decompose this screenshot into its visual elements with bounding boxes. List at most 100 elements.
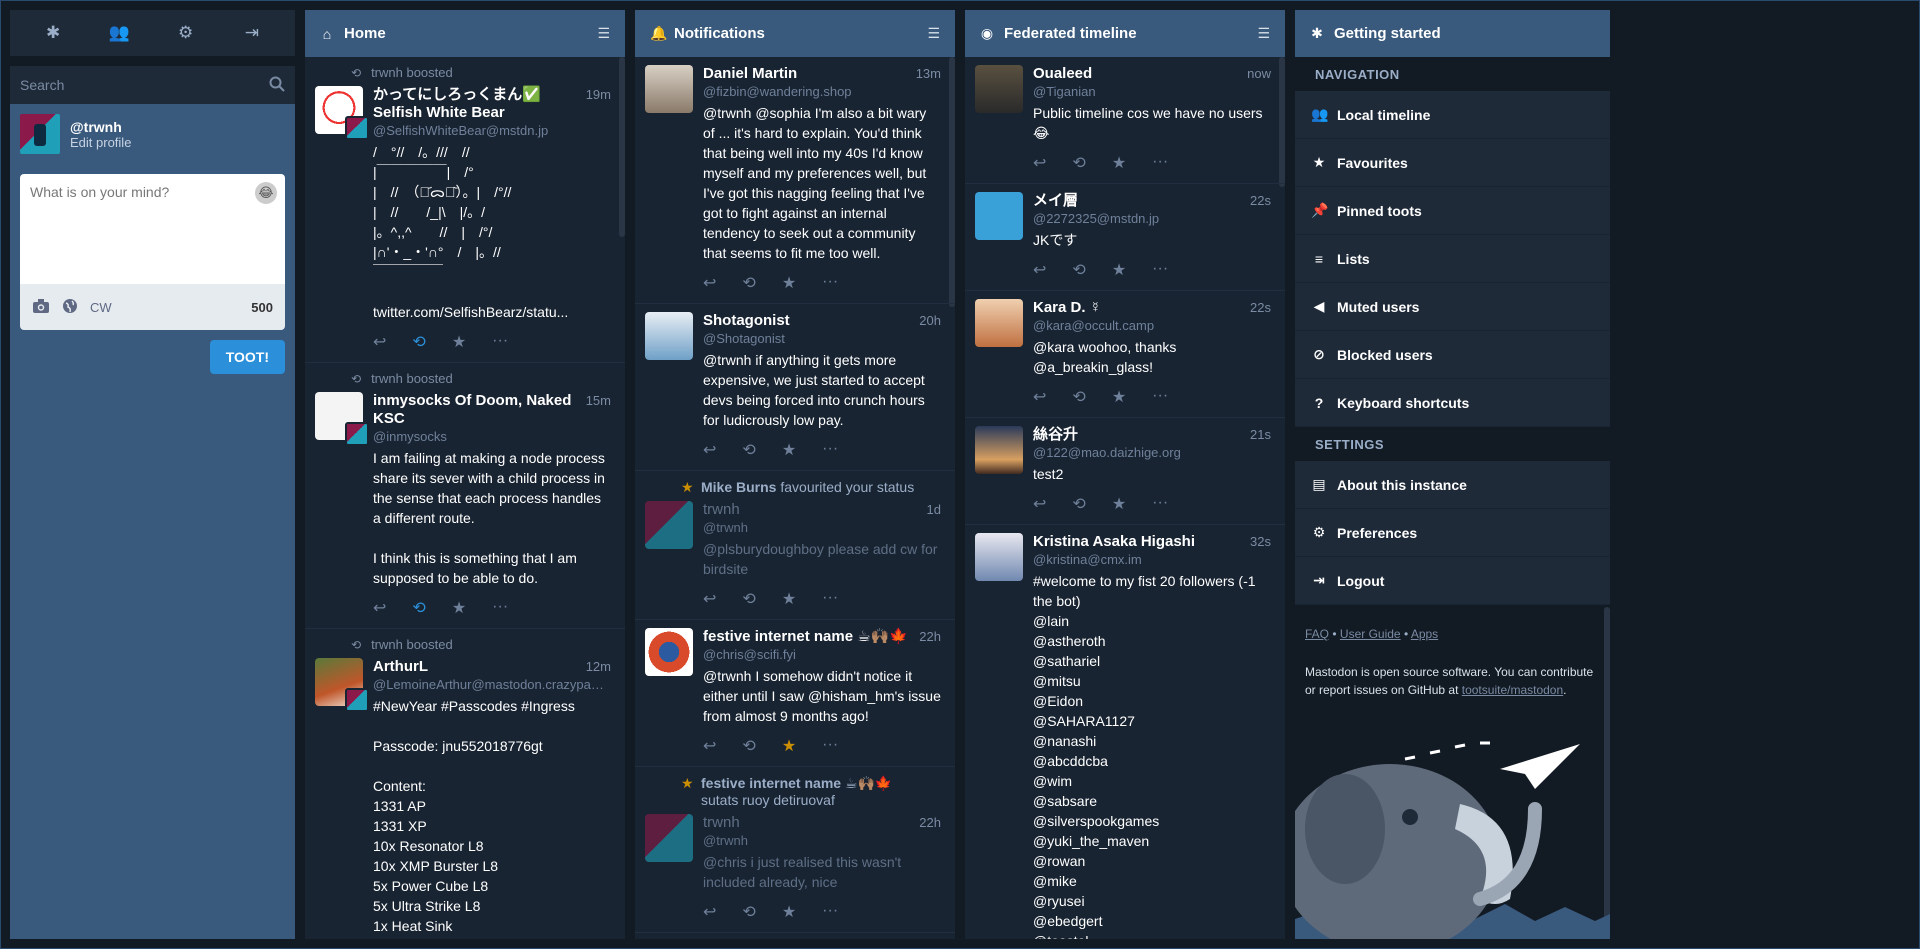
status[interactable]: ⟲ trwnh boosted ArthurL 12m @LemoineArthur… bbox=[305, 629, 625, 939]
apps-link[interactable]: Apps bbox=[1411, 627, 1438, 641]
favourited-by[interactable]: Mike Burns bbox=[701, 479, 776, 495]
boost-icon[interactable]: ⟲ bbox=[1072, 260, 1085, 280]
avatar[interactable] bbox=[645, 312, 693, 360]
avatar[interactable] bbox=[315, 392, 369, 446]
timestamp[interactable]: 21s bbox=[1250, 427, 1271, 442]
status[interactable]: Kara D. ☿ 22s @kara@occult.camp @kara woo… bbox=[965, 291, 1285, 418]
nav-keyboard-shortcuts[interactable]: ? Keyboard shortcuts bbox=[1295, 379, 1610, 427]
reply-icon[interactable]: ↩ bbox=[1033, 260, 1046, 280]
display-name[interactable]: festive internet name ☕🙌🏽🍁 bbox=[703, 628, 908, 646]
reply-icon[interactable]: ↩ bbox=[373, 598, 386, 618]
account-name[interactable]: @kristina@cmx.im bbox=[1033, 551, 1271, 569]
nav-blocked-users[interactable]: ⊘ Blocked users bbox=[1295, 331, 1610, 379]
timestamp[interactable]: 22h bbox=[919, 815, 941, 830]
compose-textarea[interactable] bbox=[30, 184, 275, 274]
notification-item[interactable]: festive internet name ☕🙌🏽🍁 22h @chris@sci… bbox=[635, 620, 955, 767]
account-name[interactable]: @LemoineArthur@mastodon.crazypanda.fr bbox=[373, 676, 611, 694]
more-icon[interactable]: ··· bbox=[822, 589, 838, 609]
display-name[interactable]: Daniel Martin bbox=[703, 65, 797, 83]
boost-icon[interactable]: ⟲ bbox=[742, 902, 755, 922]
boost-icon[interactable]: ⟲ bbox=[412, 332, 425, 352]
reply-icon[interactable]: ↩ bbox=[703, 589, 716, 609]
column-settings-icon[interactable]: ☰ bbox=[927, 25, 940, 42]
status[interactable]: ⟲ trwnh boosted inmysocks Of Doom, Naked … bbox=[305, 363, 625, 629]
more-icon[interactable]: ··· bbox=[822, 440, 838, 460]
more-icon[interactable]: ··· bbox=[1152, 387, 1168, 407]
more-icon[interactable]: ··· bbox=[1152, 494, 1168, 514]
display-name[interactable]: trwnh bbox=[703, 501, 740, 519]
asterisk-icon[interactable]: ✱ bbox=[38, 18, 68, 48]
timestamp[interactable]: 15m bbox=[586, 393, 611, 408]
display-name[interactable]: Kara D. ☿ bbox=[1033, 299, 1101, 317]
federated-header[interactable]: ◉ Federated timeline ☰ bbox=[965, 10, 1285, 57]
display-name[interactable]: Kristina Asaka Higashi bbox=[1033, 533, 1195, 551]
boost-icon[interactable]: ⟲ bbox=[412, 598, 425, 618]
status[interactable]: Oualeed now @Tiganian Public timeline cos… bbox=[965, 57, 1285, 184]
more-icon[interactable]: ··· bbox=[492, 332, 508, 352]
account-name[interactable]: @2272325@mstdn.jp bbox=[1033, 210, 1271, 228]
timestamp[interactable]: 32s bbox=[1250, 534, 1271, 549]
timestamp[interactable]: 22h bbox=[919, 629, 941, 644]
notification-item[interactable]: Shotagonist 20h @Shotagonist @trwnh if an… bbox=[635, 304, 955, 471]
account-name[interactable]: @kara@occult.camp bbox=[1033, 317, 1271, 335]
status[interactable]: ⟲ trwnh boosted かってにしろっくまん✅ Selfish White… bbox=[305, 57, 625, 363]
nav-about-instance[interactable]: ▤ About this instance bbox=[1295, 461, 1610, 509]
avatar[interactable] bbox=[645, 501, 693, 549]
users-icon[interactable]: 👥 bbox=[104, 18, 134, 48]
avatar[interactable] bbox=[315, 86, 369, 140]
star-icon[interactable]: ★ bbox=[1112, 153, 1126, 173]
reply-icon[interactable]: ↩ bbox=[703, 902, 716, 922]
emoji-picker-icon[interactable]: 😂 bbox=[255, 182, 277, 204]
user-guide-link[interactable]: User Guide bbox=[1340, 627, 1401, 641]
star-icon[interactable]: ★ bbox=[452, 332, 466, 352]
timestamp[interactable]: 1d bbox=[927, 502, 941, 517]
account-name[interactable]: @122@mao.daizhige.org bbox=[1033, 444, 1271, 462]
notification-item[interactable]: ★ festive internet name ☕🙌🏽🍁 sutats ruoy d… bbox=[635, 767, 955, 933]
timestamp[interactable]: 22s bbox=[1250, 300, 1271, 315]
reply-icon[interactable]: ↩ bbox=[1033, 494, 1046, 514]
avatar[interactable] bbox=[645, 65, 693, 113]
more-icon[interactable]: ··· bbox=[822, 736, 838, 756]
avatar[interactable] bbox=[315, 658, 369, 712]
status[interactable]: 絲谷升 21s @122@mao.daizhige.org test2 ↩ ⟲ ★… bbox=[965, 418, 1285, 525]
reply-icon[interactable]: ↩ bbox=[373, 332, 386, 352]
camera-icon[interactable] bbox=[32, 298, 50, 317]
star-icon[interactable]: ★ bbox=[782, 736, 796, 756]
timestamp[interactable]: 22s bbox=[1250, 193, 1271, 208]
account-name[interactable]: @SelfishWhiteBear@mstdn.jp bbox=[373, 122, 611, 140]
avatar[interactable] bbox=[975, 65, 1023, 113]
account-name[interactable]: @Shotagonist bbox=[703, 330, 941, 348]
nav-local-timeline[interactable]: 👥 Local timeline bbox=[1295, 91, 1610, 139]
boost-icon[interactable]: ⟲ bbox=[742, 273, 755, 293]
reply-icon[interactable]: ↩ bbox=[703, 736, 716, 756]
nav-pinned-toots[interactable]: 📌 Pinned toots bbox=[1295, 187, 1610, 235]
notifications-header[interactable]: 🔔 Notifications ☰ bbox=[635, 10, 955, 57]
account-name[interactable]: @chris@scifi.fyi bbox=[703, 646, 941, 664]
star-icon[interactable]: ★ bbox=[1112, 494, 1126, 514]
more-icon[interactable]: ··· bbox=[1152, 153, 1168, 173]
display-name[interactable]: Oualeed bbox=[1033, 65, 1092, 83]
avatar[interactable] bbox=[645, 814, 693, 862]
account-name[interactable]: @inmysocks bbox=[373, 428, 611, 446]
star-icon[interactable]: ★ bbox=[782, 273, 796, 293]
star-icon[interactable]: ★ bbox=[782, 902, 796, 922]
boost-icon[interactable]: ⟲ bbox=[742, 440, 755, 460]
status[interactable]: メイ層 22s @2272325@mstdn.jp JKです ↩ ⟲ ★ ··· bbox=[965, 184, 1285, 291]
repo-link[interactable]: tootsuite/mastodon bbox=[1462, 683, 1563, 697]
more-icon[interactable]: ··· bbox=[822, 902, 838, 922]
timestamp[interactable]: 20h bbox=[919, 313, 941, 328]
star-icon[interactable]: ★ bbox=[1112, 387, 1126, 407]
home-header[interactable]: ⌂ Home ☰ bbox=[305, 10, 625, 57]
column-settings-icon[interactable]: ☰ bbox=[1257, 25, 1270, 42]
search-input[interactable] bbox=[20, 77, 269, 93]
avatar[interactable] bbox=[975, 426, 1023, 474]
avatar[interactable] bbox=[975, 192, 1023, 240]
display-name[interactable]: 絲谷升 bbox=[1033, 426, 1078, 444]
display-name[interactable]: かってにしろっくまん✅ Selfish White Bear bbox=[373, 86, 580, 122]
star-icon[interactable]: ★ bbox=[1112, 260, 1126, 280]
account-handle[interactable]: @trwnh bbox=[70, 119, 131, 135]
boost-icon[interactable]: ⟲ bbox=[742, 589, 755, 609]
toot-button[interactable]: TOOT! bbox=[209, 340, 285, 374]
account-name[interactable]: @fizbin@wandering.shop bbox=[703, 83, 941, 101]
avatar[interactable] bbox=[645, 628, 693, 676]
